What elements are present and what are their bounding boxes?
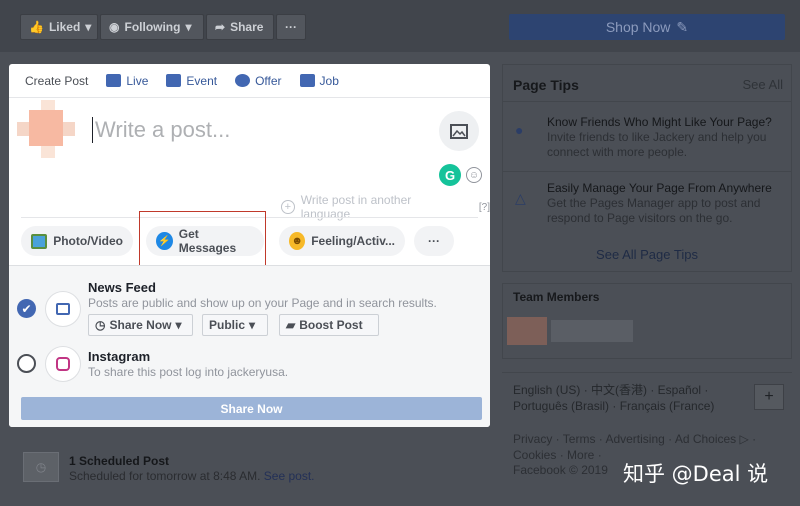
share-arrow-icon: ➦ xyxy=(215,20,226,34)
composer-tabs: Create Post Live Event Offer Job xyxy=(9,64,490,98)
network-icon: △ xyxy=(515,190,526,206)
chevron-down-icon: ▾ xyxy=(85,20,92,34)
chevron-down-icon: ▾ xyxy=(249,318,256,332)
liked-button[interactable]: 👍 Liked ▾ xyxy=(20,14,98,40)
photo-video-button[interactable]: Photo/Video xyxy=(21,226,133,256)
instagram-title: Instagram xyxy=(88,349,151,364)
help-link[interactable]: [?] xyxy=(479,202,490,213)
add-language-button[interactable]: + xyxy=(754,384,784,410)
liked-label: Liked xyxy=(48,20,81,34)
instagram-icon xyxy=(45,346,81,382)
scheduled-description: Scheduled for tomorrow at 8:48 AM. See p… xyxy=(69,469,314,483)
highlight-box xyxy=(139,211,266,266)
boost-post-button[interactable]: ▰ Boost Post xyxy=(279,314,379,336)
tip-item[interactable]: ● Know Friends Who Might Like Your Page?… xyxy=(503,101,791,163)
share-label: Share xyxy=(230,20,264,34)
scheduled-posts: ◷ 1 Scheduled Post Scheduled for tomorro… xyxy=(9,440,490,495)
chevron-down-icon: ▾ xyxy=(185,20,192,34)
tab-label: Job xyxy=(319,73,339,88)
add-photo-button[interactable] xyxy=(439,111,479,151)
calendar-icon xyxy=(166,74,182,87)
emoji-icon[interactable]: ☺ xyxy=(466,167,482,183)
language-selector: English (US) · 中文(香港) · Español · Portug… xyxy=(502,372,792,426)
news-feed-icon xyxy=(45,291,81,327)
tab-label: Offer xyxy=(255,73,282,88)
rss-icon: ◉ xyxy=(109,20,120,34)
scheduled-text: Scheduled for tomorrow at 8:48 AM. xyxy=(69,469,261,483)
photo-video-label: Photo/Video xyxy=(53,234,123,248)
feeling-activity-button[interactable]: ☻ Feeling/Activ... xyxy=(279,226,405,256)
language-links[interactable]: English (US) · 中文(香港) · Español · Portug… xyxy=(513,382,753,414)
shop-now-label: Shop Now xyxy=(605,19,671,35)
following-label: Following xyxy=(124,20,181,34)
thumbs-up-icon: 👍 xyxy=(29,20,44,34)
page-tips-title: Page Tips xyxy=(513,77,579,93)
tab-label: Live xyxy=(126,73,149,88)
tab-label: Create Post xyxy=(25,73,89,88)
tip-text: Invite friends to like Jackery and help … xyxy=(547,130,767,159)
avatar[interactable] xyxy=(507,317,547,345)
boost-icon: ▰ xyxy=(286,318,296,332)
share-page-button[interactable]: ➦ Share xyxy=(206,14,274,40)
post-composer: Create Post Live Event Offer Job Write a… xyxy=(9,64,490,427)
news-feed-description: Posts are public and show up on your Pag… xyxy=(88,296,437,310)
see-all-link[interactable]: See All xyxy=(743,77,783,92)
see-post-link[interactable]: See post. xyxy=(264,469,315,483)
tab-event[interactable]: Event xyxy=(166,74,217,88)
tip-text: Get the Pages Manager app to post and re… xyxy=(547,196,761,225)
following-button[interactable]: ◉ Following ▾ xyxy=(100,14,204,40)
photo-icon xyxy=(31,233,48,249)
page-tips-panel: Page Tips See All ● Know Friends Who Mig… xyxy=(502,64,792,272)
plus-circle-icon: + xyxy=(281,200,295,214)
public-label: Public xyxy=(209,318,246,332)
team-members-title: Team Members xyxy=(513,290,600,304)
shop-now-button[interactable]: Shop Now ✎ xyxy=(509,14,785,40)
more-dots-label: ··· xyxy=(285,20,297,34)
video-camera-icon xyxy=(106,74,122,87)
smiley-icon: ☻ xyxy=(289,232,306,250)
avatar xyxy=(17,100,75,158)
grammarly-icon[interactable]: G xyxy=(439,164,461,186)
briefcase-icon xyxy=(299,74,315,87)
clock-icon: ◷ xyxy=(23,452,59,482)
tab-label: Event xyxy=(186,73,218,88)
team-members-panel: Team Members xyxy=(502,283,792,359)
share-now-label: Share Now xyxy=(109,318,172,332)
clock-icon: ◷ xyxy=(95,318,106,332)
watermark-text: 知乎 @Deal 说 xyxy=(623,462,769,486)
lightbulb-icon: ● xyxy=(515,122,524,138)
instagram-radio[interactable] xyxy=(17,354,36,373)
chevron-down-icon: ▾ xyxy=(175,318,182,332)
more-actions-button[interactable]: ··· xyxy=(414,226,454,256)
share-now-button[interactable]: Share Now xyxy=(21,397,482,420)
page-header-bar: 👍 Liked ▾ ◉ Following ▾ ➦ Share ··· Shop… xyxy=(0,0,800,52)
tab-live[interactable]: Live xyxy=(106,74,148,88)
tab-create-post[interactable]: Create Post xyxy=(25,74,88,88)
news-feed-title: News Feed xyxy=(88,280,156,295)
tip-item[interactable]: △ Easily Manage Your Page From Anywhere … xyxy=(503,171,791,233)
more-dots-label: ··· xyxy=(428,234,440,248)
boost-post-label: Boost Post xyxy=(299,318,363,332)
distribution-section: ✔ News Feed Posts are public and show up… xyxy=(9,265,490,427)
instagram-description: To share this post log into jackeryusa. xyxy=(88,365,289,379)
post-text-input[interactable]: Write a post... xyxy=(92,117,230,143)
audience-dropdown[interactable]: Public ▾ xyxy=(202,314,268,336)
tip-title: Know Friends Who Might Like Your Page? xyxy=(547,115,772,129)
share-now-dropdown[interactable]: ◷ Share Now ▾ xyxy=(88,314,193,336)
percent-tag-icon xyxy=(235,74,251,87)
more-options-button[interactable]: ··· xyxy=(276,14,306,40)
scheduled-title: 1 Scheduled Post xyxy=(69,454,170,468)
tip-title: Easily Manage Your Page From Anywhere xyxy=(547,181,772,195)
tab-offer[interactable]: Offer xyxy=(235,73,282,88)
news-feed-checkbox[interactable]: ✔ xyxy=(17,299,36,318)
tab-job[interactable]: Job xyxy=(299,73,339,88)
image-icon xyxy=(450,123,468,139)
see-all-page-tips-link[interactable]: See All Page Tips xyxy=(503,247,791,262)
feeling-label: Feeling/Activ... xyxy=(311,234,395,248)
team-member-name xyxy=(551,320,633,342)
pencil-icon: ✎ xyxy=(676,18,689,35)
